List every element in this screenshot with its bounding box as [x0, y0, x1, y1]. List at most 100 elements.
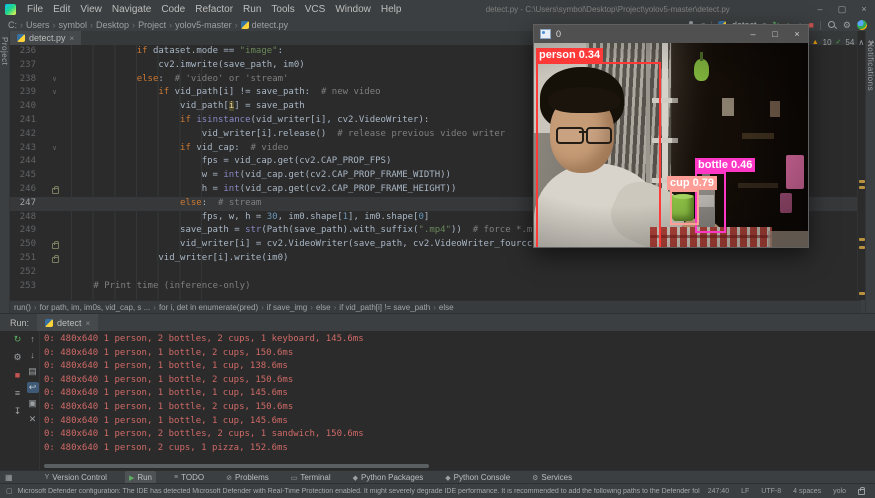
line-number: 249 — [10, 224, 36, 238]
sidebar-item-notifications[interactable]: Notifications — [866, 41, 875, 91]
down-stack-trace-icon[interactable]: ↓ — [27, 350, 39, 361]
code-text: w = int(vid_cap.get(cv2.CAP_PROP_FRAME_W… — [50, 169, 451, 183]
line-number: 251 — [10, 252, 36, 266]
menu-edit[interactable]: Edit — [48, 0, 75, 19]
context-breadcrumb-item[interactable]: for path, im, im0s, vid_cap, s ... — [40, 303, 151, 312]
menu-help[interactable]: Help — [376, 0, 407, 19]
run-panel-label: Run: — [10, 318, 29, 328]
breadcrumb-item[interactable]: C: — [8, 20, 17, 30]
code-text: fps, w, h = 30, im0.shape[1], im0.shape[… — [50, 211, 429, 225]
code-line[interactable]: 252 — [10, 266, 857, 280]
status-message[interactable]: Microsoft Defender configuration: The ID… — [18, 488, 700, 495]
stop-icon[interactable]: ■ — [12, 370, 24, 381]
context-breadcrumb-item[interactable]: run() — [14, 303, 31, 312]
tool-window-bar: ▦ YVersion Control▶Run≡TODO⊘Problems▭Ter… — [0, 470, 875, 484]
toolwindow-services-icon: ⚙ — [532, 474, 538, 482]
context-breadcrumb-item[interactable]: else — [439, 303, 454, 312]
sidebar-item-project[interactable]: Project — [0, 37, 9, 65]
detection-box-person — [536, 62, 661, 247]
line-number: 243 — [10, 142, 36, 156]
toolwindow-todo-icon: ≡ — [174, 474, 178, 481]
breadcrumb-separator: › — [132, 20, 135, 30]
breadcrumb-separator: › — [53, 20, 56, 30]
console-line: 0: 480x640 1 person, 1 bottle, 1 cup, 14… — [44, 415, 364, 429]
python-interpreter[interactable]: yolo — [833, 488, 846, 495]
close-tab-icon[interactable]: × — [70, 34, 75, 43]
tool-windows-toggle-icon[interactable]: ▦ — [5, 473, 13, 482]
menu-run[interactable]: Run — [238, 0, 266, 19]
breadcrumb-item[interactable]: Desktop — [96, 20, 129, 30]
menu-tools[interactable]: Tools — [266, 0, 299, 19]
context-breadcrumb-item[interactable]: if save_img — [267, 303, 307, 312]
toolwindow-version-control-icon: Y — [45, 474, 50, 481]
detection-box-cup — [670, 190, 699, 225]
line-number: 252 — [10, 266, 36, 280]
dump-threads-icon[interactable]: ≡ — [12, 388, 24, 399]
run-tab-detect[interactable]: detect × — [37, 314, 98, 332]
menu-window[interactable]: Window — [330, 0, 376, 19]
breadcrumb-separator: › — [34, 303, 37, 312]
breadcrumb-separator: › — [310, 303, 313, 312]
breadcrumb-item[interactable]: symbol — [59, 20, 88, 30]
menu-vcs[interactable]: VCS — [300, 0, 331, 19]
line-number: 246 — [10, 183, 36, 197]
line-number: 244 — [10, 155, 36, 169]
soft-wrap-icon[interactable]: ↩ — [27, 382, 39, 393]
close-icon[interactable]: × — [853, 0, 875, 19]
attach-console-icon[interactable]: ↧ — [12, 406, 24, 417]
maximize-icon[interactable]: □ — [764, 25, 786, 43]
line-separator[interactable]: LF — [741, 488, 749, 495]
tab-detect-py[interactable]: detect.py × — [10, 31, 81, 45]
breadcrumb-item[interactable]: Project — [138, 20, 166, 30]
breadcrumb-item[interactable]: Users — [26, 20, 50, 30]
console-layout-icon[interactable]: ▤ — [27, 366, 39, 377]
run-panel-header: Run: detect × — [0, 313, 875, 332]
menu-view[interactable]: View — [75, 0, 107, 19]
toolwindow-problems-icon: ⊘ — [226, 474, 232, 482]
code-text: else: # 'video' or 'stream' — [50, 73, 288, 87]
console-line: 0: 480x640 1 person, 1 bottle, 1 cup, 14… — [44, 387, 364, 401]
close-icon[interactable]: × — [786, 25, 808, 43]
context-breadcrumb-item[interactable]: for i, det in enumerate(pred) — [159, 303, 258, 312]
menu-file[interactable]: File — [22, 0, 48, 19]
stop-icon[interactable]: ■ — [808, 20, 813, 30]
breadcrumb-item[interactable]: detect.py — [252, 20, 289, 30]
features-trainer-icon[interactable] — [857, 20, 867, 30]
menu-code[interactable]: Code — [156, 0, 190, 19]
up-stack-trace-icon[interactable]: ↑ — [27, 334, 39, 345]
code-line[interactable]: 253 # Print time (inference-only) — [10, 280, 857, 294]
window-title: detect.py - C:\Users\symbol\Desktop\Proj… — [406, 5, 809, 14]
next-problem-icon[interactable]: ∨ — [868, 38, 874, 47]
breadcrumb-item[interactable]: yolov5-master — [175, 20, 232, 30]
context-breadcrumb-item[interactable]: else — [316, 303, 331, 312]
search-icon[interactable] — [827, 20, 837, 30]
console-line: 0: 480x640 1 person, 1 bottle, 2 cups, 1… — [44, 374, 364, 388]
console-output[interactable]: 0: 480x640 1 person, 2 bottles, 2 cups, … — [44, 333, 364, 455]
prev-problem-icon[interactable]: ∧ — [858, 38, 864, 47]
file-encoding[interactable]: UTF-8 — [761, 488, 781, 495]
lock-icon[interactable] — [858, 489, 865, 495]
maximize-icon[interactable]: ▢ — [831, 0, 853, 19]
video-window-title-bar[interactable]: 0 – □ × — [534, 25, 808, 43]
minimize-icon[interactable]: – — [742, 25, 764, 43]
menu-navigate[interactable]: Navigate — [107, 0, 156, 19]
line-number: 250 — [10, 238, 36, 252]
print-icon[interactable]: ▣ — [27, 398, 39, 409]
gear-icon[interactable]: ⚙ — [843, 20, 851, 30]
wrench-settings-icon[interactable]: ⚙ — [12, 352, 24, 363]
breadcrumb-separator: › — [235, 20, 238, 30]
cursor-position[interactable]: 247:40 — [708, 488, 729, 495]
indent-style[interactable]: 4 spaces — [793, 488, 821, 495]
console-line: 0: 480x640 1 person, 1 bottle, 2 cups, 1… — [44, 401, 364, 415]
console-horizontal-scrollbar[interactable] — [44, 464, 429, 468]
code-line[interactable]: 251 vid_writer[i].write(im0) — [10, 252, 857, 266]
close-tab-icon[interactable]: × — [86, 319, 91, 328]
minimize-icon[interactable]: – — [809, 0, 831, 19]
menu-bar: FileEditViewNavigateCodeRefactorRunTools… — [22, 0, 406, 19]
rerun-icon[interactable]: ↻ — [12, 334, 24, 345]
opencv-video-window[interactable]: 0 – □ × — [533, 24, 809, 248]
clear-all-icon[interactable]: ✕ — [27, 414, 39, 425]
toolwindow-terminal-icon: ▭ — [291, 474, 298, 482]
context-breadcrumb-item[interactable]: if vid_path[i] != save_path — [339, 303, 430, 312]
menu-refactor[interactable]: Refactor — [190, 0, 238, 19]
